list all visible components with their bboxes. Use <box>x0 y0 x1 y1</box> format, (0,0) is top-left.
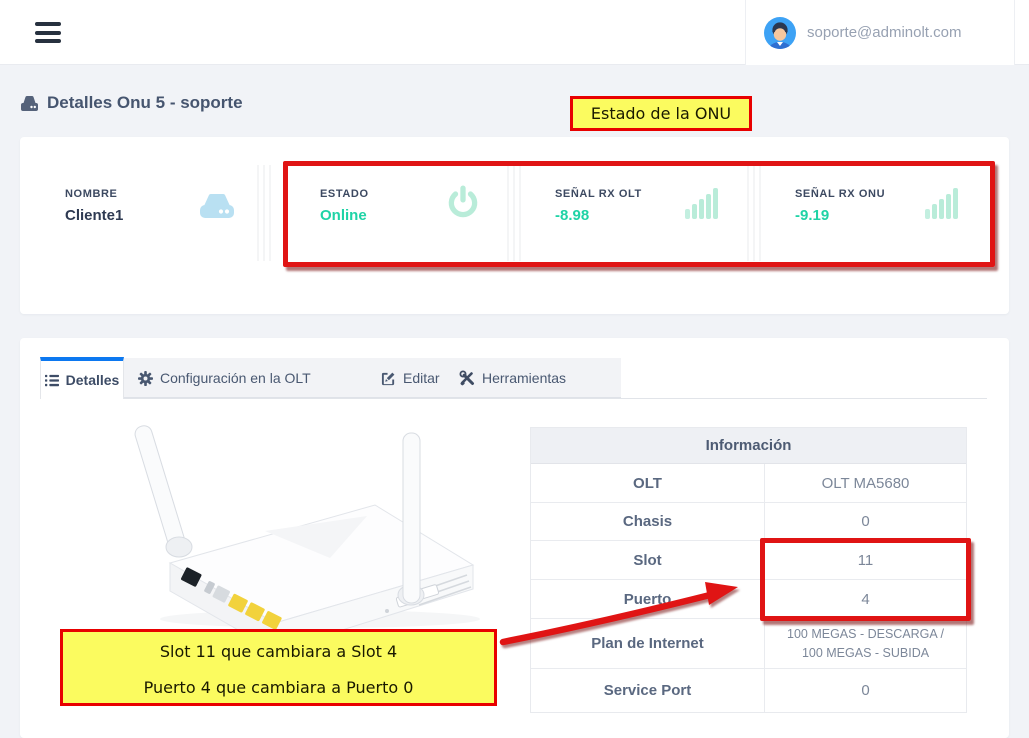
edit-icon <box>381 371 396 386</box>
page-title: Detalles Onu 5 - soporte <box>20 93 243 113</box>
annotation-estado-label: Estado de la ONU <box>570 96 752 131</box>
tab-label: Configuración en la OLT <box>160 370 311 386</box>
gear-icon <box>138 371 153 386</box>
divider <box>257 165 273 261</box>
user-avatar <box>764 17 796 49</box>
row-label: OLT <box>531 464 765 502</box>
row-value: 0 <box>765 503 966 540</box>
row-value: 100 MEGAS - DESCARGA / 100 MEGAS - SUBID… <box>765 619 966 668</box>
page-title-text: Detalles Onu 5 - soporte <box>47 93 243 113</box>
user-menu[interactable]: soporte@adminolt.com <box>745 0 1015 65</box>
row-label: Chasis <box>531 503 765 540</box>
tabs-divider <box>40 398 987 399</box>
annotation-note: Slot 11 que cambiara a Slot 4 Puerto 4 q… <box>60 629 497 706</box>
list-icon <box>45 374 59 387</box>
tab-detalles[interactable]: Detalles <box>40 357 124 399</box>
stat-nombre-value: Cliente1 <box>65 207 123 224</box>
tab-label: Herramientas <box>482 370 566 386</box>
app-window: soporte@adminolt.com Detalles Onu 5 - so… <box>0 0 1029 714</box>
row-value: 0 <box>765 669 966 712</box>
annotation-note-line2: Puerto 4 que cambiara a Puerto 0 <box>63 678 494 697</box>
annotation-slot-puerto-rect <box>760 538 971 621</box>
onu-device-icon <box>20 95 39 112</box>
menu-toggle-icon[interactable] <box>35 22 61 43</box>
annotation-note-line1: Slot 11 que cambiara a Slot 4 <box>63 642 494 661</box>
table-row: Service Port 0 <box>531 669 966 712</box>
modem-icon <box>196 191 238 221</box>
table-row: OLT OLT MA5680 <box>531 464 966 503</box>
tab-label: Detalles <box>66 372 120 388</box>
user-email: soporte@adminolt.com <box>807 24 961 41</box>
row-label: Slot <box>531 541 765 579</box>
top-bar: soporte@adminolt.com <box>0 0 1029 65</box>
tab-label: Editar <box>403 370 440 386</box>
row-label: Service Port <box>531 669 765 712</box>
tab-editar[interactable]: Editar <box>381 358 457 398</box>
row-value: OLT MA5680 <box>765 464 966 502</box>
tools-icon <box>459 370 475 386</box>
stat-nombre-label: NOMBRE <box>65 188 118 200</box>
annotation-arrow <box>493 578 749 654</box>
annotation-status-rect <box>283 161 995 267</box>
tab-configuracion-olt[interactable]: Configuración en la OLT <box>138 358 328 398</box>
tabs-strip: Configuración en la OLT Editar <box>123 358 621 398</box>
onu-product-image <box>115 423 485 629</box>
info-table-header: Información <box>531 428 966 464</box>
tab-herramientas[interactable]: Herramientas <box>459 358 583 398</box>
table-row: Chasis 0 <box>531 503 966 541</box>
